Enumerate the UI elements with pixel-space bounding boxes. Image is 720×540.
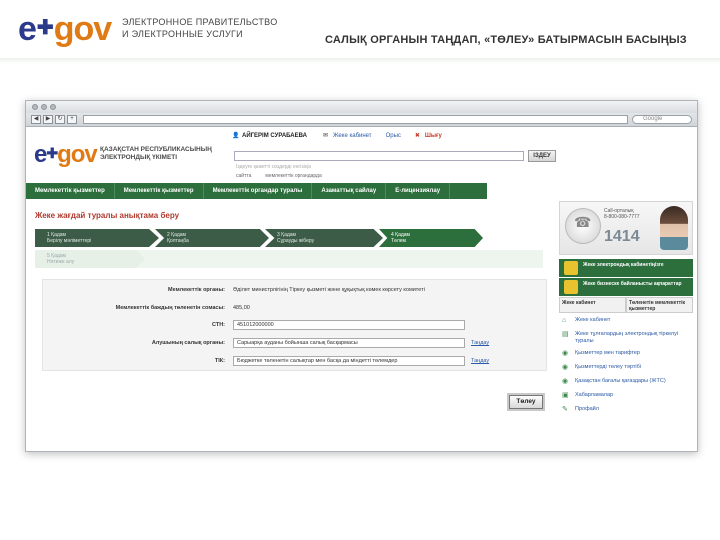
sidebar-links: ⌂ Жеке кабинет ▤ Жеке тұлғалардың электрон… bbox=[562, 317, 693, 420]
nav-item-elections[interactable]: Азаматтық сайлау bbox=[312, 183, 387, 199]
sidebar-subpanels: Жеке кабинет Төленетін мемлекеттік қызме… bbox=[559, 297, 693, 313]
tin-field[interactable]: 451012000000 bbox=[233, 320, 465, 330]
browser-titlebar bbox=[26, 101, 697, 113]
amount-value: 485,00 bbox=[233, 305, 250, 311]
step-1[interactable]: 1 Қадам Берілу мәліметтері bbox=[35, 229, 159, 247]
exit-link[interactable]: Шығу bbox=[425, 133, 442, 139]
nav-item-agencies[interactable]: Мемлекеттік органдар туралы bbox=[204, 183, 313, 199]
sidebar-item-tariffs[interactable]: ◉ Қызметтер мен тарифтер bbox=[562, 350, 693, 358]
operator-image bbox=[660, 206, 688, 250]
step-progress-row2: 5 Қадам Нәтиже алу bbox=[35, 250, 543, 268]
language-link[interactable]: Орыс bbox=[386, 133, 401, 139]
agency-value: Әділет министрлігінің Тіркеу қызметі жән… bbox=[233, 287, 425, 293]
call-center-banner[interactable]: ☎ Call-орталық 8-800-080-7777 1414 bbox=[559, 201, 693, 255]
sidebar-item-cabinet[interactable]: ⌂ Жеке кабинет bbox=[562, 317, 693, 325]
browser-window: ◀ ▶ ↻ + Google e✚gov ҚАЗАҚСТАН РЕСПУБЛИК… bbox=[25, 100, 698, 452]
site-search-input[interactable] bbox=[234, 151, 524, 161]
sidebar-item-profile[interactable]: ✎ Профайл bbox=[562, 406, 693, 414]
form-row-kbk: ТІК: Бюджетке төленетін салықтар мен бас… bbox=[214, 356, 490, 366]
search-options: сайтта мемлекеттік органдарда bbox=[236, 173, 322, 179]
kbk-field[interactable]: Бюджетке төленетін салықтар мен басқа да… bbox=[233, 356, 465, 366]
nav-item-services[interactable]: Мемлекеттік қызметтер bbox=[26, 183, 115, 199]
back-icon[interactable]: ◀ bbox=[31, 115, 41, 124]
browser-toolbar: ◀ ▶ ↻ + Google bbox=[26, 113, 697, 127]
forward-icon[interactable]: ▶ bbox=[43, 115, 53, 124]
close-window-icon[interactable] bbox=[32, 104, 38, 110]
right-sidebar: ☎ Call-орталық 8-800-080-7777 1414 Жеке … bbox=[556, 199, 696, 451]
tariff-icon: ◉ bbox=[562, 350, 569, 357]
form-row-agency: Мемлекеттік органы: Әділет министрлігіні… bbox=[168, 287, 425, 293]
page-title: Жеке жағдай туралы анықтама беру bbox=[35, 211, 180, 220]
securities-icon: ◉ bbox=[562, 378, 569, 385]
form-row-tax-office: Алушының салық органы: Сарыарқа ауданы б… bbox=[151, 338, 490, 348]
step-3[interactable]: 3 Қадам Сұрауды жіберу bbox=[265, 229, 383, 247]
slide-divider bbox=[0, 58, 720, 64]
payment-form: Мемлекеттік органы: Әділет министрлігіні… bbox=[42, 279, 547, 371]
search-option-site[interactable]: сайтта bbox=[236, 173, 251, 179]
browser-search-input[interactable]: Google bbox=[632, 115, 692, 124]
site-logo-plus-icon: ✚ bbox=[46, 145, 58, 161]
egov-logo: e✚gov bbox=[18, 10, 112, 48]
personal-cabinet-panel[interactable]: Жеке электрондық кабинетіңізге bbox=[559, 259, 693, 277]
user-bar: 👤 АЙГЕРІМ СУРАБАЕВА ✉ Жеке кабинет Орыс … bbox=[232, 132, 442, 140]
exit-icon: ✖ bbox=[414, 133, 420, 139]
select-kbk-link[interactable]: Таңдау bbox=[471, 358, 489, 364]
new-tab-icon[interactable]: + bbox=[67, 115, 77, 124]
sidebar-item-payment-order[interactable]: ◉ Қызметтерді төлеу тәртібі bbox=[562, 364, 693, 372]
nav-item-elicensing[interactable]: Е-лицензиялау bbox=[386, 183, 451, 199]
home-icon: ⌂ bbox=[562, 317, 567, 324]
site-header: e✚gov ҚАЗАҚСТАН РЕСПУБЛИКАСЫНЫҢ ЭЛЕКТРОН… bbox=[26, 127, 697, 183]
slide-title: САЛЫҚ ОРГАНЫН ТАҢДАП, «ТӨЛЕУ» БАТЫРМАСЫН… bbox=[325, 34, 687, 46]
cabinet-icon: ✉ bbox=[322, 133, 328, 139]
select-tax-office-link[interactable]: Таңдау bbox=[471, 340, 489, 346]
folder-icon bbox=[564, 261, 578, 275]
document-icon bbox=[564, 280, 578, 294]
pay-button[interactable]: Төлеу bbox=[509, 395, 543, 409]
form-row-tin: СТН: 451012000000 bbox=[43, 319, 548, 331]
subpanel-paid-services[interactable]: Төленетін мемлекеттік қызметтер bbox=[626, 297, 693, 313]
business-info-panel[interactable]: Жеке бизнеске байланысты ақпараттар bbox=[559, 278, 693, 296]
payment-icon: ◉ bbox=[562, 364, 569, 371]
maximize-window-icon[interactable] bbox=[50, 104, 56, 110]
subpanel-cabinet[interactable]: Жеке кабинет bbox=[559, 297, 626, 313]
call-center-number: 1414 bbox=[604, 228, 640, 245]
form-row-amount: Мемлекеттік баждың төленетін сомасы: 485… bbox=[115, 305, 250, 311]
profile-icon: ✎ bbox=[562, 406, 568, 413]
step-progress: 1 Қадам Берілу мәліметтері 2 Қадам Қолта… bbox=[35, 229, 543, 247]
minimize-window-icon[interactable] bbox=[41, 104, 47, 110]
sidebar-item-securities[interactable]: ◉ Қазақстан бағалы қағаздары (ЖТС) bbox=[562, 378, 693, 386]
reload-icon[interactable]: ↻ bbox=[55, 115, 65, 124]
address-bar[interactable] bbox=[83, 115, 628, 124]
step-2[interactable]: 2 Қадам Қолтаңба bbox=[155, 229, 269, 247]
step-4-active[interactable]: 4 Қадам Төлем bbox=[379, 229, 483, 247]
slide-header: e✚gov ЭЛЕКТРОННОЕ ПРАВИТЕЛЬСТВО И ЭЛЕКТР… bbox=[0, 0, 720, 58]
logo-subtitle: ЭЛЕКТРОННОЕ ПРАВИТЕЛЬСТВО И ЭЛЕКТРОННЫЕ … bbox=[122, 17, 278, 39]
main-content: Жеке жағдай туралы анықтама беру 1 Қадам… bbox=[26, 199, 697, 451]
site-search-button[interactable]: ІЗДЕУ bbox=[528, 150, 556, 162]
nav-item-services-2[interactable]: Мемлекеттік қызметтер bbox=[115, 183, 204, 199]
site-logo-subtitle: ҚАЗАҚСТАН РЕСПУБЛИКАСЫНЫҢ ЭЛЕКТРОНДЫҚ ҮК… bbox=[100, 146, 212, 161]
cabinet-link[interactable]: Жеке кабинет bbox=[333, 133, 372, 139]
info-icon: ▤ bbox=[562, 331, 569, 338]
search-hint: Іздеуге қажетті сөздерді енгізіңіз bbox=[236, 164, 311, 170]
phone-icon: ☎ bbox=[574, 214, 592, 230]
user-name: АЙГЕРІМ СУРАБАЕВА bbox=[242, 132, 307, 139]
site-logo[interactable]: e✚gov bbox=[34, 141, 98, 169]
step-5[interactable]: 5 Қадам Нәтиже алу bbox=[35, 250, 145, 268]
sidebar-item-registration[interactable]: ▤ Жеке тұлғалардың электрондық тіркелуі т… bbox=[562, 331, 693, 344]
tax-office-field[interactable]: Сарыарқа ауданы бойынша салық басқармасы bbox=[233, 338, 465, 348]
user-icon: 👤 bbox=[232, 133, 240, 139]
logo-plus-icon: ✚ bbox=[36, 17, 54, 39]
search-option-agencies[interactable]: мемлекеттік органдарда bbox=[265, 173, 321, 179]
notification-icon: ▣ bbox=[562, 392, 569, 399]
main-nav: Мемлекеттік қызметтер Мемлекеттік қызмет… bbox=[26, 183, 697, 199]
sidebar-item-notifications[interactable]: ▣ Хабарламалар bbox=[562, 392, 693, 400]
nav-spacer bbox=[487, 183, 697, 199]
